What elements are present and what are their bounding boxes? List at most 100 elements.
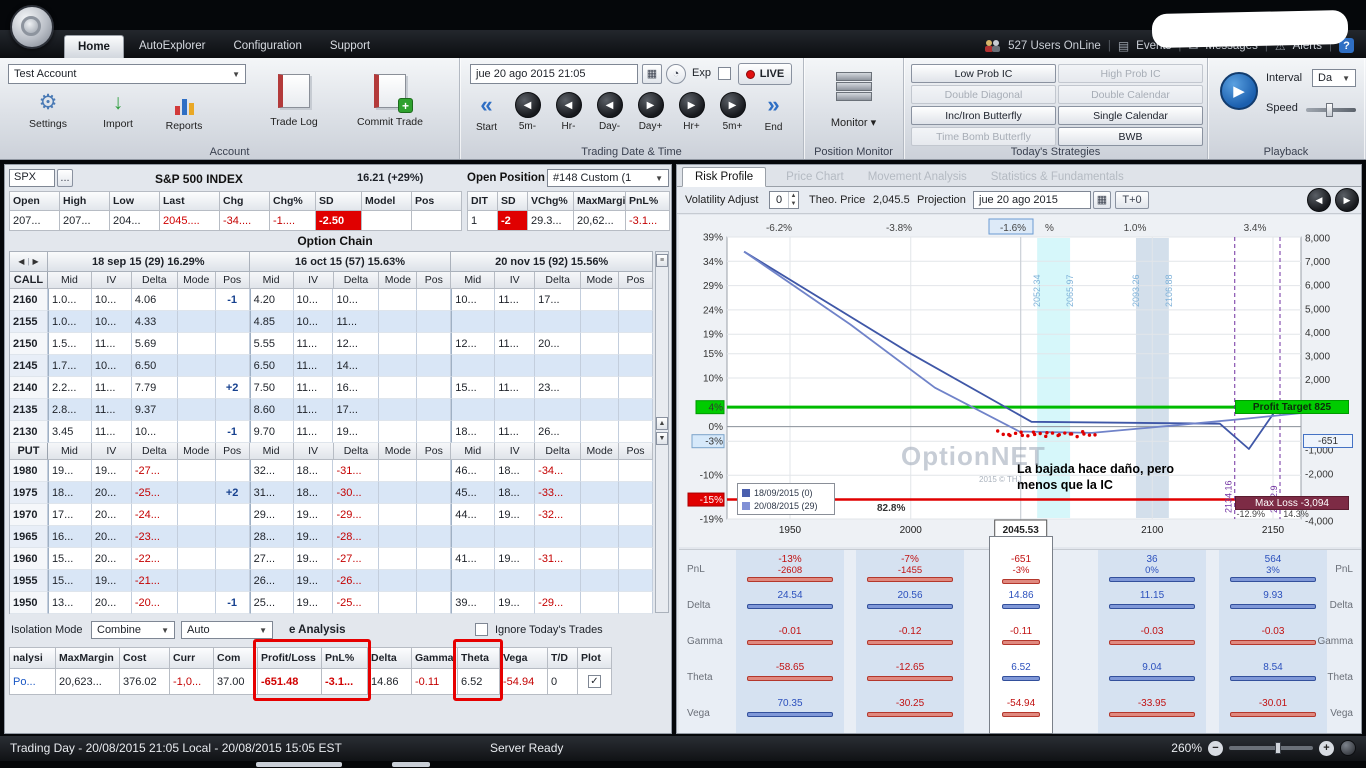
chain-cell[interactable]: -32... bbox=[535, 504, 581, 526]
projection-calendar-icon[interactable]: ▦ bbox=[1093, 191, 1111, 209]
chain-cell[interactable] bbox=[417, 399, 451, 421]
auto-mode-select[interactable]: Auto▼ bbox=[181, 621, 273, 639]
chain-cell[interactable] bbox=[178, 377, 216, 399]
chain-cell[interactable]: 17... bbox=[48, 504, 92, 526]
chain-cell[interactable]: 4.20 bbox=[250, 289, 294, 311]
trade-log-button[interactable]: Trade Log bbox=[252, 70, 336, 142]
isolation-mode-select[interactable]: Combine▼ bbox=[91, 621, 175, 639]
chain-cell[interactable]: 10... bbox=[92, 289, 132, 311]
chain-cell[interactable] bbox=[581, 333, 619, 355]
chain-cell[interactable]: 19... bbox=[92, 570, 132, 592]
chain-cell[interactable]: 10... bbox=[451, 289, 495, 311]
tab-movement-analysis[interactable]: Movement Analysis bbox=[864, 168, 971, 186]
chain-cell[interactable]: 2.8... bbox=[48, 399, 92, 421]
chain-cell[interactable]: 9.70 bbox=[250, 421, 294, 443]
zoom-out-button[interactable]: − bbox=[1208, 741, 1223, 756]
app-orb-icon[interactable] bbox=[10, 5, 54, 49]
chain-cell[interactable] bbox=[535, 311, 581, 333]
slider-thumb[interactable] bbox=[1326, 103, 1333, 117]
chain-cell[interactable]: 11... bbox=[92, 399, 132, 421]
chain-cell[interactable] bbox=[619, 526, 653, 548]
import-button[interactable]: ↓ Import bbox=[86, 90, 150, 130]
scroll-down-icon[interactable]: ▼ bbox=[656, 432, 668, 445]
chain-cell[interactable]: 1960 bbox=[10, 548, 48, 570]
chain-cell[interactable] bbox=[178, 289, 216, 311]
chain-cell[interactable]: 19... bbox=[294, 570, 334, 592]
expiration-header[interactable]: 16 oct 15 (57) 15.63% bbox=[250, 252, 452, 272]
chain-cell[interactable]: 11... bbox=[495, 421, 535, 443]
zoom-slider[interactable] bbox=[1229, 746, 1313, 750]
chain-cell[interactable]: 11... bbox=[92, 333, 132, 355]
chain-cell[interactable]: 20... bbox=[92, 592, 132, 614]
chain-cell[interactable] bbox=[619, 592, 653, 614]
tab-autoexplorer[interactable]: AutoExplorer bbox=[126, 35, 218, 58]
chain-cell[interactable] bbox=[619, 289, 653, 311]
chain-cell[interactable]: 18... bbox=[294, 460, 334, 482]
strategy-single-calendar[interactable]: Single Calendar bbox=[1058, 106, 1203, 125]
chain-cell[interactable]: 11... bbox=[294, 377, 334, 399]
chain-cell[interactable]: 14... bbox=[333, 355, 379, 377]
next-date-button[interactable]: ▶ bbox=[1335, 188, 1359, 212]
clock-icon[interactable]: ◔ bbox=[666, 64, 686, 84]
chain-cell[interactable] bbox=[379, 548, 417, 570]
chain-cell[interactable]: 20... bbox=[92, 482, 132, 504]
chain-next-button[interactable]: ▶ bbox=[33, 257, 39, 266]
chain-cell[interactable] bbox=[535, 570, 581, 592]
chain-cell[interactable] bbox=[417, 526, 451, 548]
chain-cell[interactable]: 17... bbox=[333, 399, 379, 421]
chain-cell[interactable] bbox=[619, 504, 653, 526]
chain-cell[interactable] bbox=[417, 570, 451, 592]
chain-cell[interactable] bbox=[216, 333, 250, 355]
chain-cell[interactable] bbox=[379, 526, 417, 548]
chain-cell[interactable] bbox=[379, 592, 417, 614]
chain-cell[interactable]: 5.69 bbox=[132, 333, 178, 355]
chain-cell[interactable]: 28... bbox=[250, 526, 294, 548]
chain-cell[interactable]: 1.0... bbox=[48, 311, 92, 333]
monitor-button[interactable]: Monitor ▾ bbox=[804, 116, 903, 129]
chain-cell[interactable] bbox=[619, 377, 653, 399]
ignore-trades-checkbox[interactable] bbox=[475, 623, 488, 636]
tab-risk-profile[interactable]: Risk Profile bbox=[682, 167, 766, 187]
chain-cell[interactable] bbox=[379, 399, 417, 421]
strategy-double-calendar[interactable]: Double Calendar bbox=[1058, 85, 1203, 104]
chain-cell[interactable] bbox=[379, 482, 417, 504]
chain-cell[interactable]: 19... bbox=[294, 548, 334, 570]
chain-cell[interactable] bbox=[619, 482, 653, 504]
chain-cell[interactable]: 2150 bbox=[10, 333, 48, 355]
chain-cell[interactable] bbox=[417, 377, 451, 399]
chain-cell[interactable]: -30... bbox=[333, 482, 379, 504]
chain-cell[interactable]: 16... bbox=[48, 526, 92, 548]
live-button[interactable]: LIVE bbox=[738, 63, 792, 85]
chain-cell[interactable]: 10... bbox=[92, 311, 132, 333]
chain-cell[interactable]: 2.2... bbox=[48, 377, 92, 399]
chain-cell[interactable]: -29... bbox=[333, 504, 379, 526]
chain-cell[interactable]: -29... bbox=[535, 592, 581, 614]
chain-cell[interactable]: 10... bbox=[294, 289, 334, 311]
chain-cell[interactable] bbox=[581, 289, 619, 311]
chain-cell[interactable] bbox=[216, 460, 250, 482]
chain-cell[interactable]: 11... bbox=[92, 377, 132, 399]
chain-cell[interactable] bbox=[451, 399, 495, 421]
chain-cell[interactable]: 26... bbox=[535, 421, 581, 443]
chain-cell[interactable]: -28... bbox=[333, 526, 379, 548]
chain-cell[interactable] bbox=[216, 355, 250, 377]
play-button[interactable]: ▶ bbox=[1220, 72, 1258, 110]
chain-cell[interactable] bbox=[619, 548, 653, 570]
chain-cell[interactable] bbox=[178, 355, 216, 377]
chain-cell[interactable]: 7.79 bbox=[132, 377, 178, 399]
chain-cell[interactable]: 18... bbox=[451, 421, 495, 443]
chain-cell[interactable]: 1980 bbox=[10, 460, 48, 482]
chain-cell[interactable]: 2160 bbox=[10, 289, 48, 311]
chain-cell[interactable] bbox=[178, 421, 216, 443]
chain-cell[interactable] bbox=[379, 570, 417, 592]
chain-cell[interactable]: -31... bbox=[333, 460, 379, 482]
chain-cell[interactable] bbox=[379, 311, 417, 333]
chain-cell[interactable] bbox=[619, 460, 653, 482]
chain-cell[interactable]: 19... bbox=[495, 592, 535, 614]
chain-cell[interactable]: -24... bbox=[132, 504, 178, 526]
expiration-header[interactable]: 18 sep 15 (29) 16.29% bbox=[48, 252, 250, 272]
chain-cell[interactable]: 7.50 bbox=[250, 377, 294, 399]
chain-cell[interactable]: -33... bbox=[535, 482, 581, 504]
chain-cell[interactable]: 39... bbox=[451, 592, 495, 614]
nav-hrplus-button[interactable]: ▶Hr+ bbox=[671, 92, 712, 132]
